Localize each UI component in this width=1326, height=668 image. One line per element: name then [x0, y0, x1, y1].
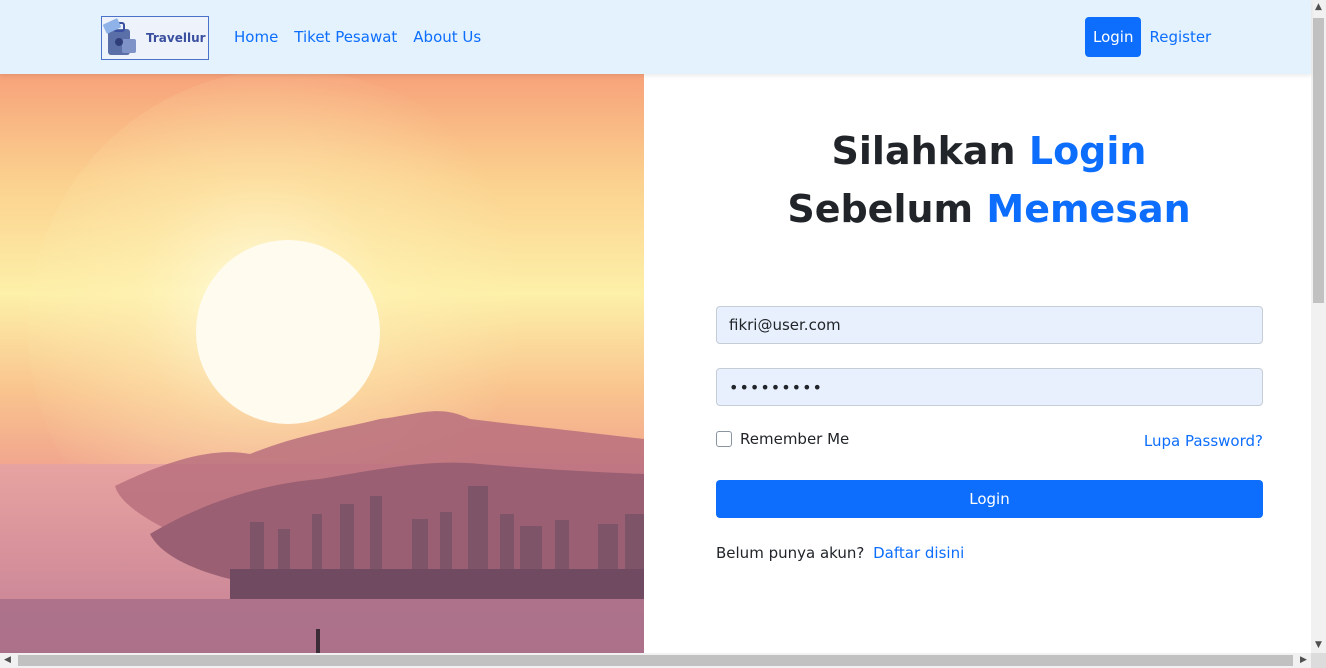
travel-bag-icon [102, 17, 142, 59]
horizontal-scrollbar[interactable]: ◀ ▶ [0, 653, 1311, 668]
remember-me-label: Remember Me [740, 430, 850, 448]
nav-links: Home Tiket Pesawat About Us [226, 0, 489, 74]
signup-link[interactable]: Daftar disini [873, 544, 964, 562]
nav-auth: Login Register [1085, 17, 1219, 57]
heading-line1-highlight: Login [1028, 129, 1147, 173]
vertical-scrollbar[interactable]: ▲ ▼ [1311, 0, 1326, 653]
heading-line1-text: Silahkan [831, 129, 1016, 173]
arrow-up-icon[interactable]: ▲ [1311, 0, 1326, 15]
vertical-scroll-thumb[interactable] [1313, 18, 1324, 303]
arrow-right-icon[interactable]: ▶ [1296, 653, 1311, 668]
nav-home[interactable]: Home [226, 28, 286, 46]
nav-tiket-pesawat[interactable]: Tiket Pesawat [286, 28, 405, 46]
heading-line2-text: Sebelum [787, 187, 974, 231]
scrollbar-corner [1311, 653, 1326, 668]
brand-name: Travellur [146, 31, 206, 45]
login-submit-button[interactable]: Login [716, 480, 1263, 518]
signup-text: Belum punya akun? [716, 544, 865, 562]
email-input[interactable]: fikri@user.com [716, 306, 1263, 344]
password-input[interactable]: ••••••••• [716, 368, 1263, 406]
login-panel: Silahkan Login Sebelum Memesan fikri@use… [644, 74, 1311, 653]
signup-prompt: Belum punya akun? Daftar disini [716, 544, 964, 562]
nav-register-link[interactable]: Register [1141, 28, 1219, 46]
horizontal-scroll-thumb[interactable] [18, 655, 1293, 666]
hero-image [0, 74, 644, 653]
heading-line2-highlight: Memesan [986, 187, 1191, 231]
remember-me[interactable]: Remember Me [716, 430, 849, 448]
nav-login-button[interactable]: Login [1085, 17, 1142, 57]
arrow-left-icon[interactable]: ◀ [0, 653, 15, 668]
remember-me-checkbox[interactable] [716, 431, 732, 447]
login-heading: Silahkan Login Sebelum Memesan [644, 122, 1326, 238]
forgot-password-link[interactable]: Lupa Password? [1144, 432, 1263, 450]
navbar: Travellur Home Tiket Pesawat About Us Lo… [0, 0, 1311, 74]
arrow-down-icon[interactable]: ▼ [1311, 638, 1326, 653]
nav-about-us[interactable]: About Us [405, 28, 489, 46]
brand-logo[interactable]: Travellur [101, 16, 209, 60]
